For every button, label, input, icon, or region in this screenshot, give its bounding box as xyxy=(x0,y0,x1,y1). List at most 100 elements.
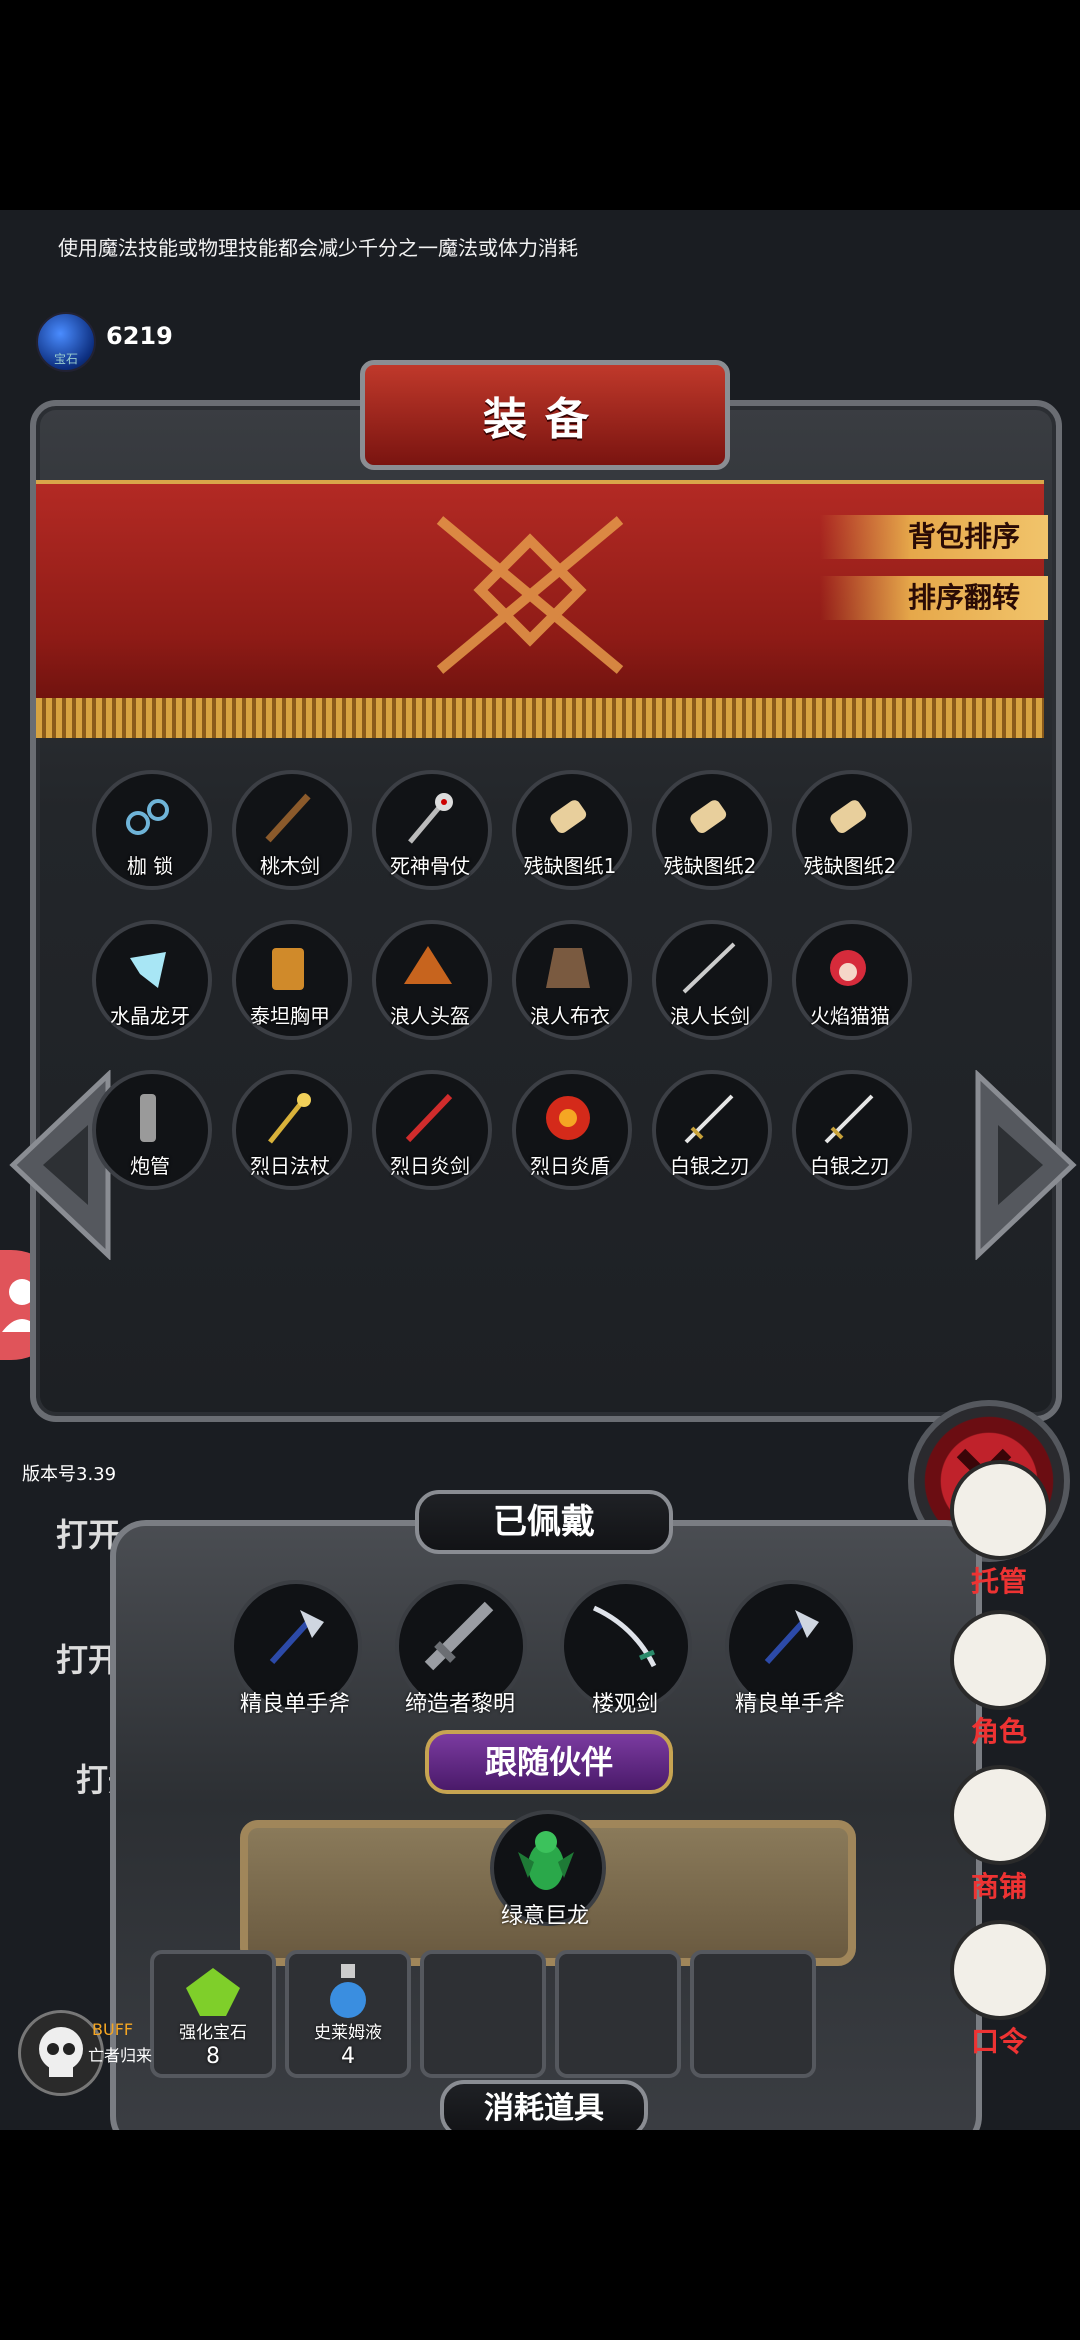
katana-icon xyxy=(682,942,736,994)
inventory-slot[interactable]: 烈日法杖 xyxy=(232,1070,352,1190)
potion-icon xyxy=(330,1964,366,2018)
cloth-robe-icon xyxy=(546,948,590,988)
sun-shield-icon xyxy=(546,1096,590,1140)
item-label: 残缺图纸2 xyxy=(663,854,757,878)
item-label: 炮管 xyxy=(130,1154,170,1178)
consumables-title: 消耗道具 xyxy=(440,2080,648,2130)
banner-fringe xyxy=(36,698,1044,738)
crystal-fang-icon xyxy=(130,952,166,988)
inventory-slot[interactable]: 残缺图纸2 xyxy=(792,770,912,890)
item-label: 死神骨仗 xyxy=(390,854,470,878)
silver-blade-icon xyxy=(684,1094,734,1144)
inventory-slot[interactable]: 水晶龙牙 xyxy=(92,920,212,1040)
character-label: 角色 xyxy=(970,1715,1027,1748)
consumable-slot[interactable]: 强化宝石 8 xyxy=(150,1950,276,2078)
code-button[interactable]: 口令 xyxy=(944,1920,1054,2058)
chest-armor-icon xyxy=(272,948,304,990)
item-label: 白银之刃 xyxy=(670,1154,750,1178)
item-label: 浪人布衣 xyxy=(530,1004,610,1028)
item-label: 浪人头盔 xyxy=(390,1004,470,1028)
scroll-icon xyxy=(550,800,587,834)
companion-slot[interactable]: 绿意巨龙 xyxy=(490,1810,620,1940)
bone-staff-icon xyxy=(408,793,453,844)
item-label: 残缺图纸2 xyxy=(803,854,897,878)
wooden-sword-icon xyxy=(265,793,311,843)
item-label: 水晶龙牙 xyxy=(110,1004,190,1028)
fire-cat-icon xyxy=(830,950,866,986)
character-button[interactable]: 角色 xyxy=(944,1610,1054,1748)
shop-label: 商铺 xyxy=(970,1870,1027,1903)
equipped-slot[interactable]: 缔造者黎明 xyxy=(395,1580,527,1717)
greatsword-icon xyxy=(424,1601,494,1671)
equipped-item-label: 楼观剑 xyxy=(591,1692,658,1717)
consumable-slot-empty[interactable] xyxy=(555,1950,681,2078)
barrel-icon xyxy=(140,1094,156,1142)
game-viewport: 使用魔法技能或物理技能都会减少千分之一魔法或体力消耗 宝石 6219 装备 背包… xyxy=(0,210,1080,2130)
equipment-title-plate: 装备 xyxy=(360,360,730,470)
consumable-slot-empty[interactable] xyxy=(690,1950,816,2078)
green-gem-icon xyxy=(186,1968,240,2016)
inventory-slot[interactable]: 死神骨仗 xyxy=(372,770,492,890)
inventory-slot[interactable]: 炮管 xyxy=(92,1070,212,1190)
version-label: 版本号3.39 xyxy=(22,1464,117,1485)
inventory-slot[interactable]: 枷 锁 xyxy=(92,770,212,890)
scroll-icon xyxy=(690,800,727,834)
sort-backpack-button[interactable]: 背包排序 xyxy=(820,515,1048,559)
inventory-slot[interactable]: 桃木剑 xyxy=(232,770,352,890)
auto-play-button[interactable]: 托管 xyxy=(944,1460,1054,1598)
consumable-label: 强化宝石 xyxy=(179,2023,247,2043)
sun-staff-icon xyxy=(268,1093,311,1144)
consumable-count: 4 xyxy=(341,2044,355,2069)
equipped-title: 已佩戴 xyxy=(415,1490,673,1554)
item-label: 枷 锁 xyxy=(126,854,174,878)
equipped-slot[interactable]: 楼观剑 xyxy=(560,1580,692,1717)
consumable-slot-empty[interactable] xyxy=(420,1950,546,2078)
equipped-item-label: 精良单手斧 xyxy=(239,1692,350,1717)
reverse-sort-button[interactable]: 排序翻转 xyxy=(820,576,1048,620)
shop-button[interactable]: 商铺 xyxy=(944,1765,1054,1903)
inventory-slot[interactable]: 烈日炎盾 xyxy=(512,1070,632,1190)
silver-blade-icon xyxy=(824,1094,874,1144)
companion-label: 绿意巨龙 xyxy=(500,1904,589,1929)
item-label: 桃木剑 xyxy=(260,854,320,878)
item-label: 白银之刃 xyxy=(810,1154,890,1178)
equipped-slot[interactable]: 精良单手斧 xyxy=(725,1580,857,1717)
equipment-title: 装备 xyxy=(483,394,607,445)
straw-hat-icon xyxy=(404,946,452,984)
inventory-slot[interactable]: 泰坦胸甲 xyxy=(232,920,352,1040)
equipped-item-label: 缔造者黎明 xyxy=(404,1692,515,1717)
green-dragon-icon xyxy=(518,1831,574,1890)
shop-icon xyxy=(950,1765,1050,1865)
inventory-slot[interactable]: 白银之刃 xyxy=(652,1070,772,1190)
consumable-slot[interactable]: 史莱姆液 4 xyxy=(285,1950,411,2078)
auto-play-label: 托管 xyxy=(970,1565,1027,1598)
flame-sword-icon xyxy=(405,1093,453,1143)
item-label: 浪人长剑 xyxy=(670,1004,750,1028)
book-icon xyxy=(950,1920,1050,2020)
equipped-panel: 已佩戴 精良单手斧 缔造者黎明 楼观剑 精良单手斧 跟随伙伴 绿意巨龙 强化宝石… xyxy=(110,1480,982,2130)
item-label: 残缺图纸1 xyxy=(523,854,617,878)
inventory-slot[interactable]: 白银之刃 xyxy=(792,1070,912,1190)
inventory-slot[interactable]: 烈日炎剑 xyxy=(372,1070,492,1190)
consumable-label: 史莱姆液 xyxy=(314,2023,382,2043)
tip-text: 使用魔法技能或物理技能都会减少千分之一魔法或体力消耗 xyxy=(58,236,578,260)
equipped-item-label: 精良单手斧 xyxy=(734,1692,845,1717)
item-label: 烈日炎盾 xyxy=(530,1154,610,1178)
hooded-figure-icon xyxy=(950,1610,1050,1710)
shackles-icon xyxy=(126,799,169,835)
equipped-slot[interactable]: 精良单手斧 xyxy=(230,1580,362,1717)
inventory-slot[interactable]: 浪人头盔 xyxy=(372,920,492,1040)
item-label: 烈日炎剑 xyxy=(390,1154,470,1178)
next-page-arrow-icon[interactable] xyxy=(968,1070,1078,1260)
item-label: 烈日法杖 xyxy=(250,1154,330,1178)
inventory-slot[interactable]: 残缺图纸1 xyxy=(512,770,632,890)
inventory-slot[interactable]: 火焰猫猫 xyxy=(792,920,912,1040)
inventory-slot[interactable]: 浪人布衣 xyxy=(512,920,632,1040)
companion-title: 跟随伙伴 xyxy=(425,1730,673,1794)
equipment-panel: 装备 背包排序 排序翻转 枷 锁 桃木剑 死神骨仗 残缺图纸1 残缺图纸2 残缺… xyxy=(9,360,1077,1422)
buff-title: BUFF xyxy=(92,2020,134,2039)
scroll-icon xyxy=(830,800,867,834)
inventory-slot[interactable]: 残缺图纸2 xyxy=(652,770,772,890)
inventory-slot[interactable]: 浪人长剑 xyxy=(652,920,772,1040)
buff-subtitle: 亡者归来 xyxy=(88,2046,153,2065)
